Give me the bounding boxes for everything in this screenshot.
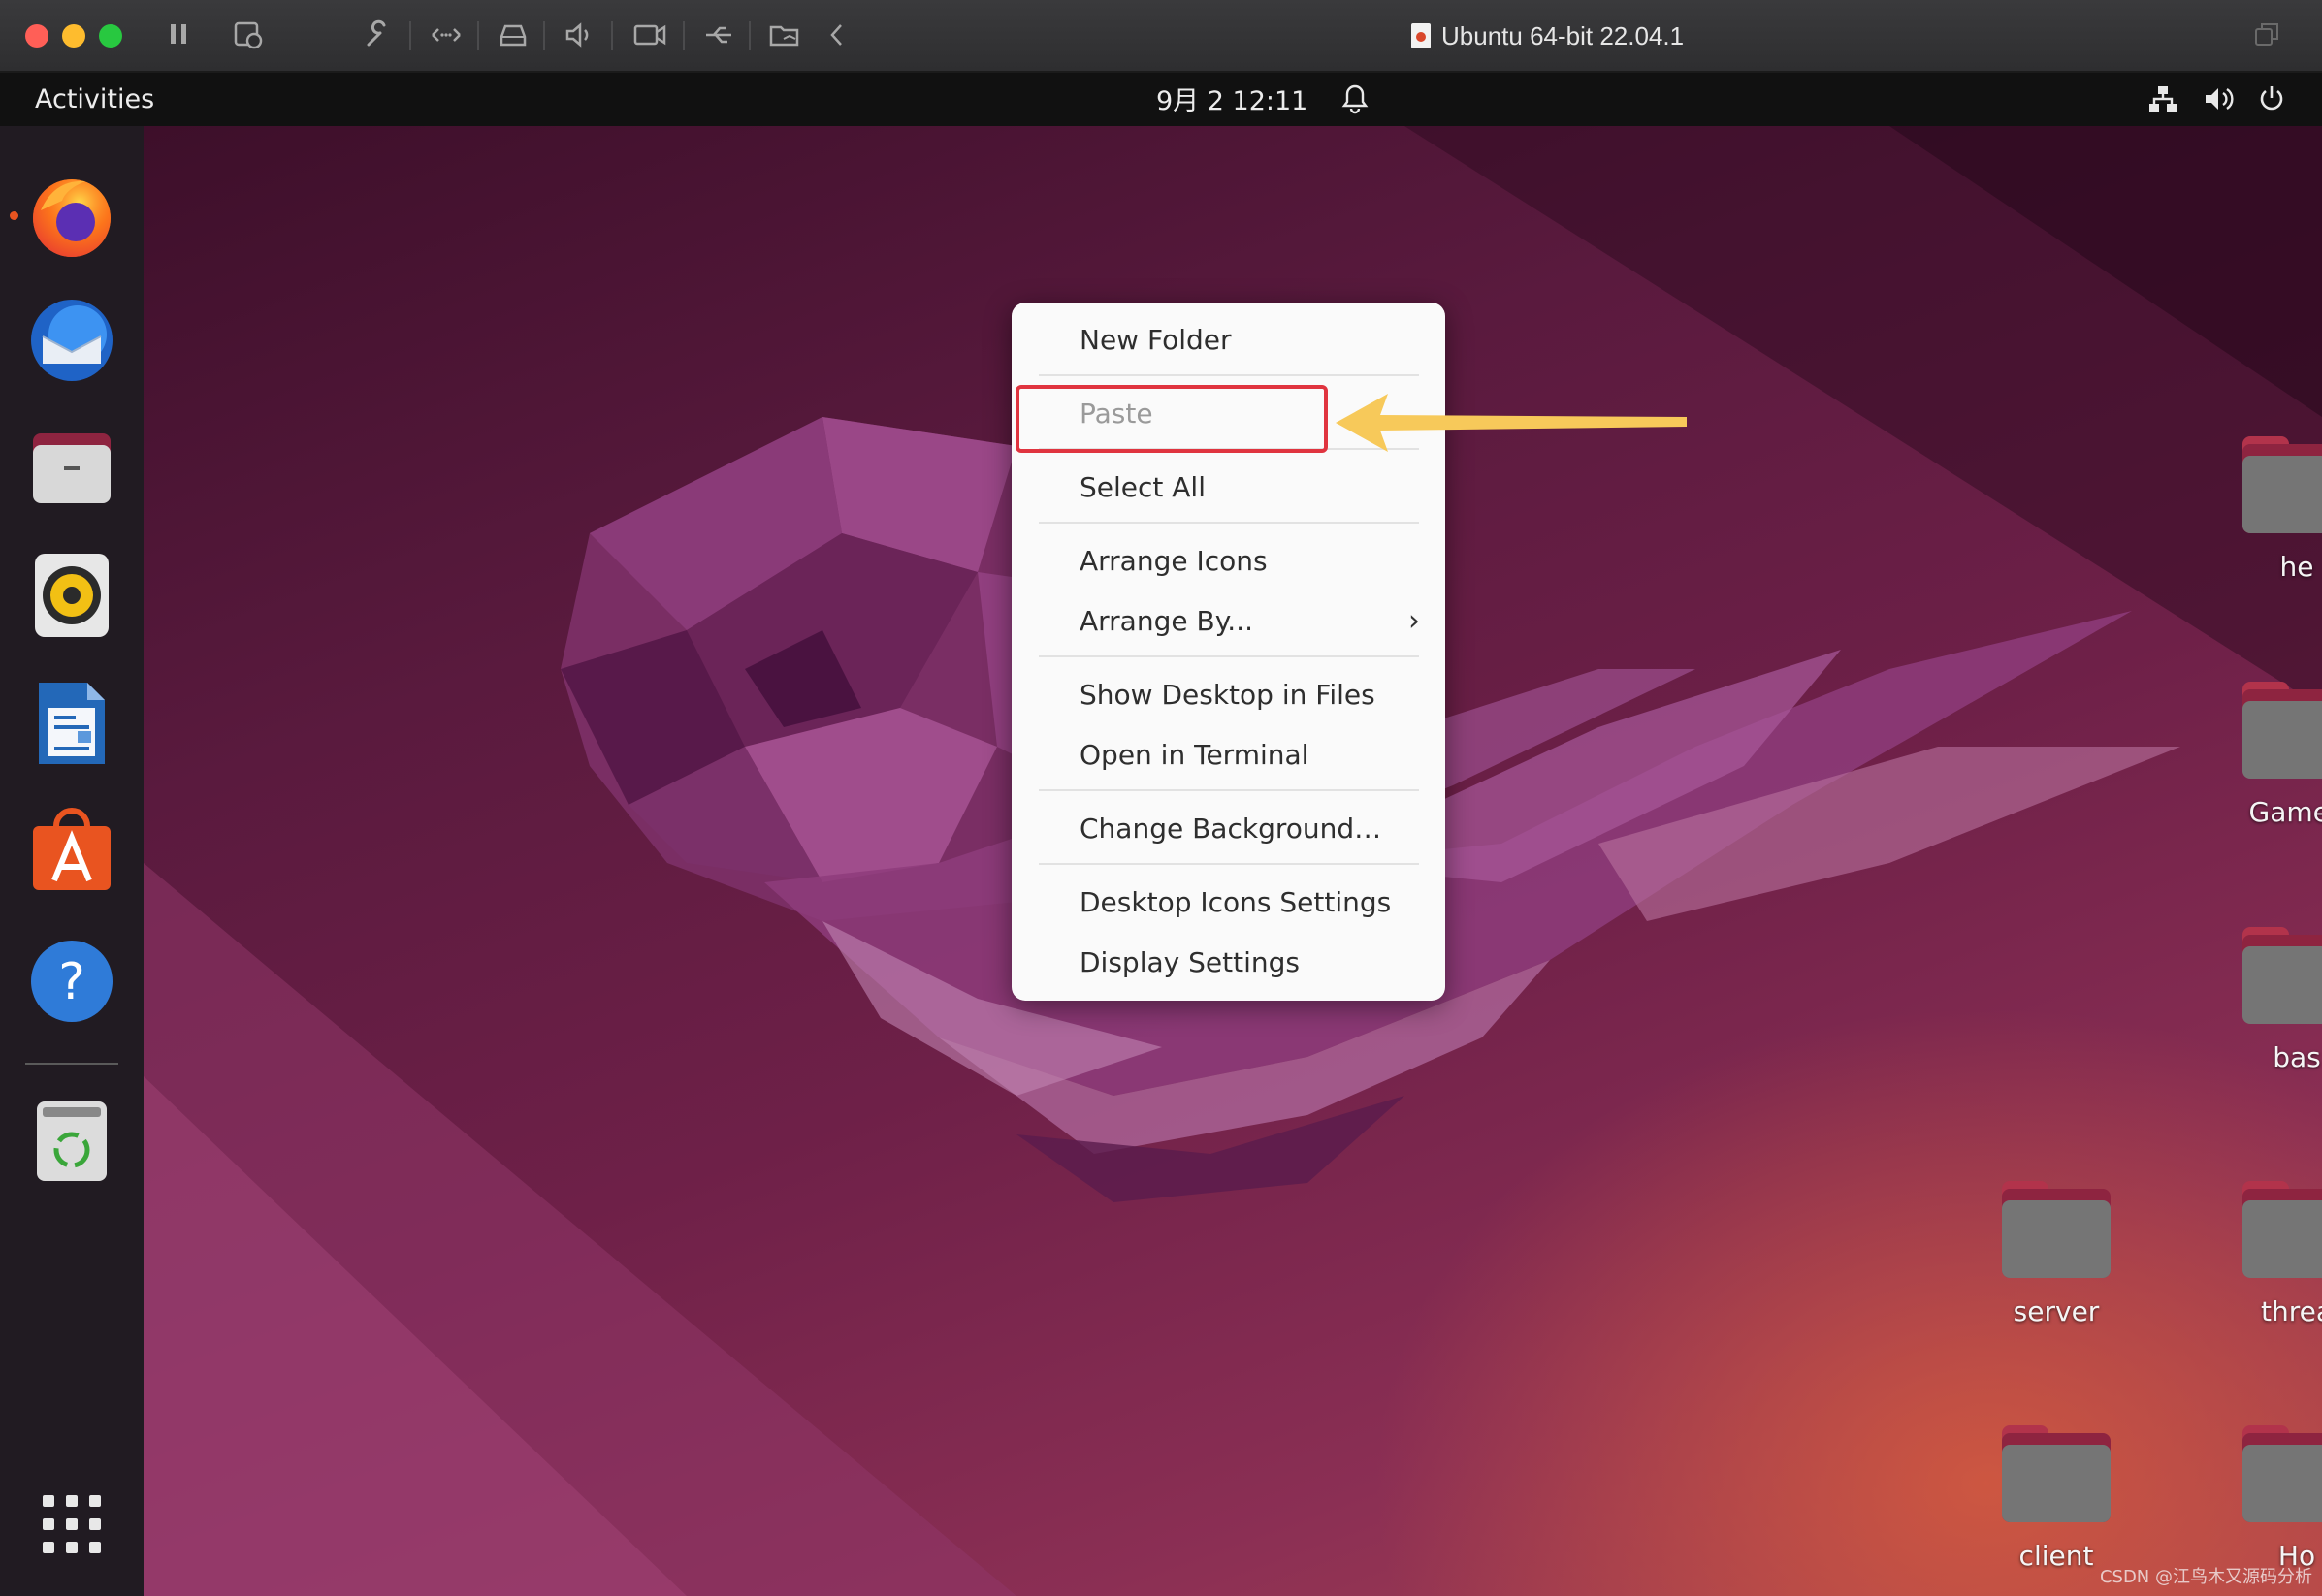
shared-folder-icon[interactable] bbox=[768, 19, 803, 58]
pause-icon[interactable] bbox=[167, 19, 192, 56]
folder-icon bbox=[2242, 1181, 2322, 1282]
activities-button[interactable]: Activities bbox=[35, 73, 154, 126]
home-folder-icon bbox=[2242, 1425, 2322, 1526]
menu-item-display-settings[interactable]: Display Settings bbox=[1080, 939, 1300, 987]
wrench-icon[interactable] bbox=[363, 19, 394, 58]
window-title: Ubuntu 64-bit 22.04.1 bbox=[1441, 21, 1685, 50]
svg-text:?: ? bbox=[58, 953, 85, 1011]
sound-icon[interactable] bbox=[563, 19, 596, 58]
dock: ? bbox=[0, 126, 144, 1596]
thunderbird-icon[interactable] bbox=[27, 296, 116, 385]
menu-item-show-desktop-in-files[interactable]: Show Desktop in Files bbox=[1080, 671, 1375, 719]
vm-window-titlebar: Ubuntu 64-bit 22.04.1 bbox=[0, 0, 2322, 73]
desktop-folder-icon[interactable]: threa bbox=[2229, 1181, 2322, 1327]
menu-item-label: Arrange By... bbox=[1080, 605, 1253, 637]
help-icon[interactable]: ? bbox=[27, 937, 116, 1026]
network-wired-icon[interactable] bbox=[2147, 82, 2178, 123]
desktop-folder-icon[interactable]: GameL bbox=[2229, 682, 2322, 828]
folder-icon bbox=[2242, 682, 2322, 782]
folder-icon bbox=[2002, 1425, 2111, 1526]
minimize-window-button[interactable] bbox=[62, 24, 85, 48]
window-overlay-icon[interactable] bbox=[2252, 19, 2281, 58]
clock[interactable]: 9月 2 12:11 bbox=[1156, 73, 1307, 131]
rhythmbox-icon[interactable] bbox=[27, 550, 116, 639]
folder-icon bbox=[2002, 1181, 2111, 1282]
desktop-icon-label: threa bbox=[2260, 1295, 2322, 1327]
menu-separator bbox=[1039, 655, 1419, 657]
menu-item-change-background[interactable]: Change Background… bbox=[1080, 805, 1381, 853]
desktop-icon-label: bas bbox=[2273, 1041, 2321, 1073]
vm-document-icon bbox=[1411, 23, 1431, 48]
menu-separator bbox=[1039, 863, 1419, 865]
files-icon[interactable] bbox=[27, 424, 116, 513]
annotation-arrow bbox=[1336, 394, 1687, 452]
snapshot-icon[interactable] bbox=[233, 19, 264, 58]
desktop-folder-icon[interactable]: bas bbox=[2229, 927, 2322, 1073]
menu-item-desktop-icons-settings[interactable]: Desktop Icons Settings bbox=[1080, 878, 1391, 927]
desktop-icon-label: server bbox=[2013, 1295, 2100, 1327]
running-indicator bbox=[10, 211, 18, 220]
annotation-highlight-box bbox=[1016, 385, 1328, 453]
menu-separator bbox=[1039, 789, 1419, 791]
chevron-left-icon[interactable] bbox=[826, 19, 846, 58]
notification-bell-icon[interactable] bbox=[1340, 82, 1370, 123]
desktop-icon-label: GameL bbox=[2248, 796, 2322, 828]
ubuntu-top-bar: Activities 9月 2 12:11 bbox=[0, 73, 2322, 126]
menu-item-arrange-by[interactable]: Arrange By... bbox=[1080, 597, 1419, 646]
libreoffice-writer-icon[interactable] bbox=[27, 679, 116, 768]
menu-item-new-folder[interactable]: New Folder bbox=[1080, 316, 1232, 365]
power-icon[interactable] bbox=[2256, 82, 2287, 123]
desktop-icon-label: he bbox=[2279, 551, 2314, 583]
dock-separator bbox=[25, 1063, 118, 1065]
folder-icon bbox=[2242, 927, 2322, 1028]
menu-item-open-in-terminal[interactable]: Open in Terminal bbox=[1080, 731, 1308, 780]
network-adapter-icon[interactable] bbox=[429, 19, 464, 58]
volume-icon[interactable] bbox=[2202, 82, 2235, 123]
desktop-home-icon[interactable]: Ho bbox=[2229, 1425, 2322, 1572]
desktop-folder-icon[interactable]: he bbox=[2229, 436, 2322, 583]
usb-icon[interactable] bbox=[702, 19, 735, 58]
show-applications-icon[interactable] bbox=[27, 1480, 116, 1569]
trash-icon[interactable] bbox=[27, 1096, 116, 1185]
menu-item-arrange-icons[interactable]: Arrange Icons bbox=[1080, 537, 1268, 586]
chevron-right-icon: › bbox=[1408, 604, 1420, 638]
firefox-icon[interactable] bbox=[27, 172, 116, 261]
menu-separator bbox=[1039, 374, 1419, 376]
menu-item-select-all[interactable]: Select All bbox=[1080, 463, 1206, 512]
camera-icon[interactable] bbox=[632, 19, 667, 58]
ubuntu-software-icon[interactable] bbox=[27, 805, 116, 894]
zoom-window-button[interactable] bbox=[99, 24, 122, 48]
folder-icon bbox=[2242, 436, 2322, 537]
watermark: CSDN @江鸟木又源码分析 bbox=[2099, 1567, 2312, 1587]
close-window-button[interactable] bbox=[25, 24, 48, 48]
menu-separator bbox=[1039, 522, 1419, 524]
hard-disk-icon[interactable] bbox=[497, 19, 530, 58]
desktop-folder-icon[interactable]: client bbox=[1988, 1425, 2124, 1572]
desktop-folder-icon[interactable]: server bbox=[1988, 1181, 2124, 1327]
